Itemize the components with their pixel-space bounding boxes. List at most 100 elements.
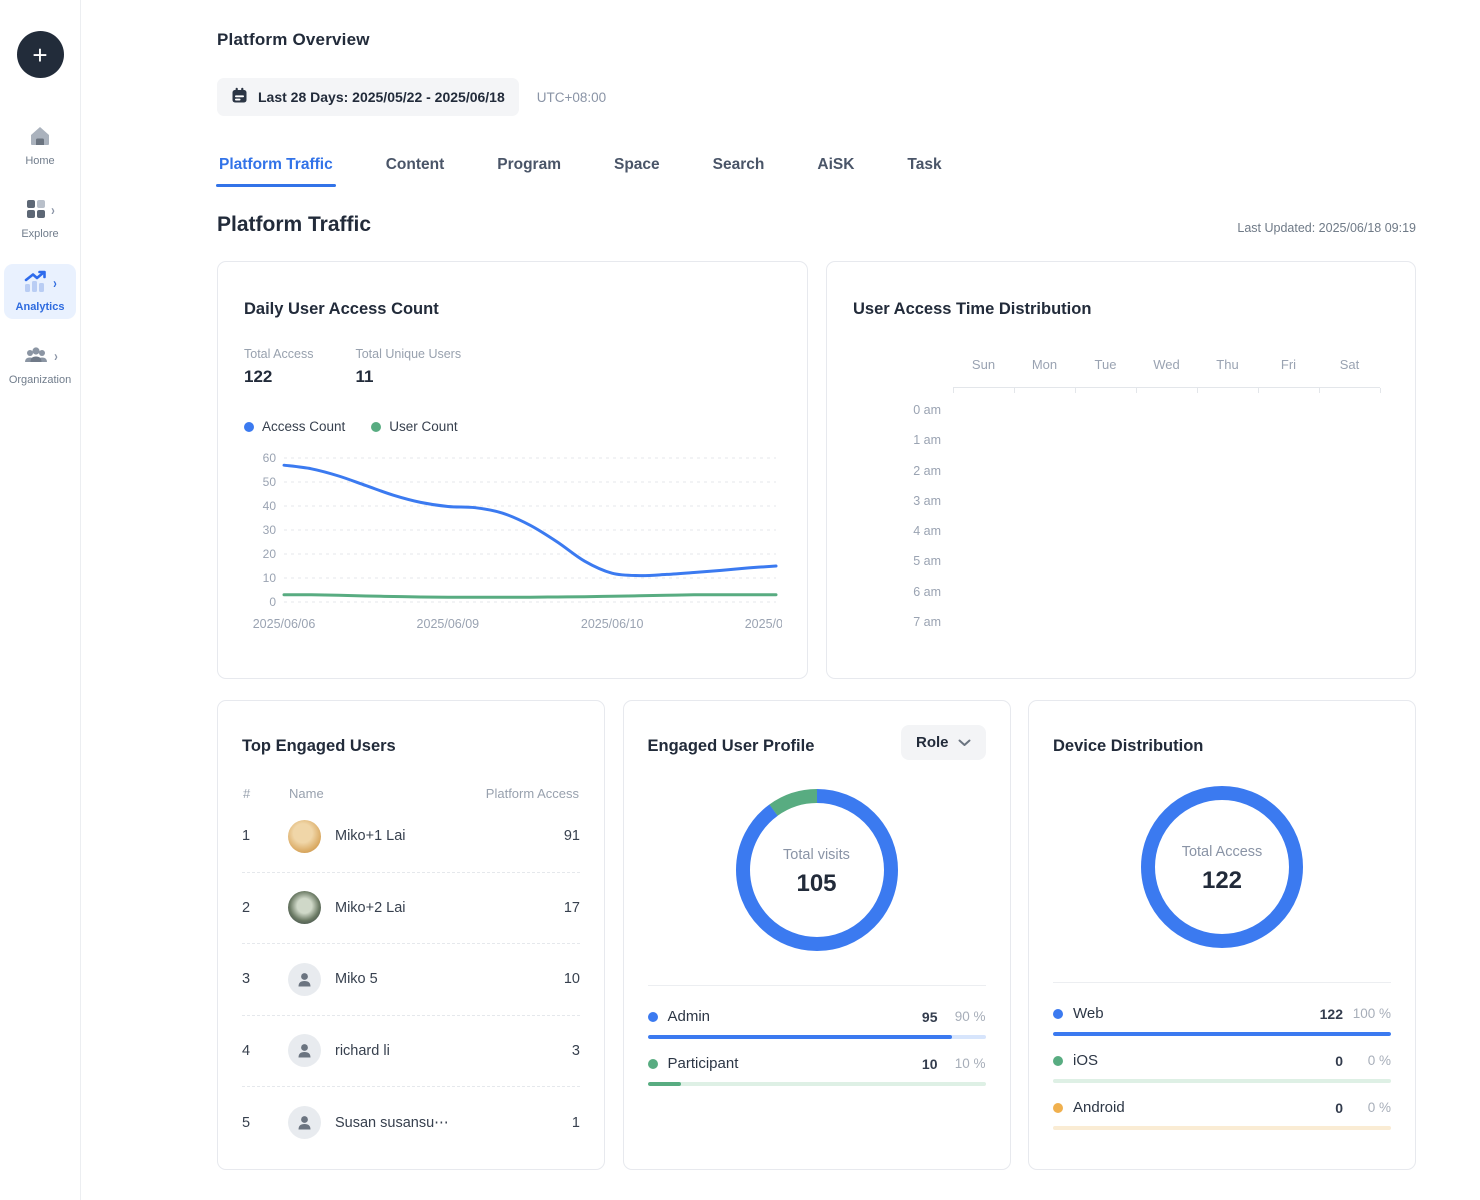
legend-dot — [648, 1059, 658, 1069]
chevron-right-icon: › — [53, 276, 57, 292]
card-title: Top Engaged Users — [242, 737, 580, 756]
stat-value: 122 — [244, 367, 313, 387]
daily-access-line-chart: 01020304050602025/06/062025/06/092025/06… — [244, 444, 781, 641]
main-content: Platform Overview Last 28 Days: 2025/05/… — [81, 0, 1480, 1200]
day-label: Sat — [1319, 357, 1380, 372]
stat-total-unique-users: Total Unique Users 11 — [355, 347, 461, 387]
breakdown-row: Android00 % — [1053, 1099, 1391, 1130]
user-rank: 3 — [242, 971, 288, 987]
column-rank: # — [243, 786, 289, 801]
svg-text:0: 0 — [269, 595, 276, 609]
profile-donut-chart: Total visits 105 — [729, 782, 905, 963]
create-new-button[interactable]: + — [17, 31, 64, 78]
day-label: Tue — [1075, 357, 1136, 372]
day-label: Fri — [1258, 357, 1319, 372]
svg-text:2025/06/10: 2025/06/10 — [581, 617, 644, 631]
svg-text:50: 50 — [263, 475, 277, 489]
breakdown-percent: 90 % — [938, 1009, 986, 1024]
breakdown-percent: 0 % — [1343, 1053, 1391, 1068]
hour-label: 6 am — [853, 585, 941, 615]
user-rank: 2 — [242, 900, 288, 916]
daily-access-stats: Total Access 122 Total Unique Users 11 — [244, 347, 781, 387]
chevron-right-icon: › — [51, 203, 55, 219]
day-label: Wed — [1136, 357, 1197, 372]
user-rank: 5 — [242, 1115, 288, 1131]
sidebar-item-label: Home — [25, 155, 54, 167]
donut-center-text: Total Access 122 — [1134, 779, 1310, 960]
day-label: Sun — [953, 357, 1014, 372]
user-access-value: 17 — [470, 900, 580, 916]
profile-breakdown-list: Admin9590 %Participant1010 % — [648, 985, 986, 1086]
donut-center-value: 105 — [796, 870, 836, 898]
card-title: Daily User Access Count — [244, 300, 781, 319]
top-users-table: # Name Platform Access 1Miko+1 Lai91 2 Mik… — [242, 786, 580, 1159]
stat-total-access: Total Access 122 — [244, 347, 313, 387]
section-header: Platform Traffic Last Updated: 2025/06/1… — [217, 213, 1416, 237]
user-access-value: 10 — [470, 971, 580, 987]
donut-center-text: Total visits 105 — [729, 782, 905, 963]
stat-label: Total Unique Users — [355, 347, 461, 361]
time-distribution-card: User Access Time Distribution SunMonTueW… — [826, 261, 1416, 679]
tab-aisk[interactable]: AiSK — [815, 156, 856, 187]
hour-axis-labels: 0 am1 am2 am3 am4 am5 am6 am7 am — [853, 403, 941, 645]
user-name: Miko 5 — [335, 971, 378, 987]
calendar-icon — [231, 87, 248, 107]
svg-text:2025/06/06: 2025/06/06 — [253, 617, 316, 631]
card-title: Device Distribution — [1053, 737, 1391, 756]
breakdown-value: 0 — [1335, 1053, 1343, 1069]
card-title: User Access Time Distribution — [853, 300, 1389, 319]
tab-program[interactable]: Program — [495, 156, 563, 187]
legend-dot — [1053, 1056, 1063, 1066]
sidebar-item-explore[interactable]: › Explore — [4, 191, 76, 246]
table-row: 3 Miko 5 10 — [242, 944, 580, 1016]
legend-label: User Count — [389, 419, 457, 434]
sidebar-item-label: Explore — [21, 228, 58, 240]
table-row: 4richard li3 — [242, 1016, 580, 1088]
tab-space[interactable]: Space — [612, 156, 662, 187]
legend-dot — [648, 1012, 658, 1022]
breakdown-label: Participant — [668, 1055, 922, 1072]
role-filter-label: Role — [916, 734, 949, 751]
device-donut-chart: Total Access 122 — [1134, 779, 1310, 960]
legend-dot — [371, 422, 381, 432]
sidebar-item-label: Organization — [9, 374, 71, 386]
stat-value: 11 — [355, 367, 461, 387]
date-range-picker[interactable]: Last 28 Days: 2025/05/22 - 2025/06/18 — [217, 78, 519, 116]
sidebar: + Home › Explore — [0, 0, 81, 1200]
tab-search[interactable]: Search — [711, 156, 767, 187]
top-users-card: Top Engaged Users # Name Platform Access… — [217, 700, 605, 1170]
chart-legend: Access Count User Count — [244, 419, 781, 434]
svg-text:40: 40 — [263, 499, 277, 513]
breakdown-value: 95 — [922, 1009, 938, 1025]
date-range-label: Last 28 Days: 2025/05/22 - 2025/06/18 — [258, 89, 505, 105]
hour-label: 3 am — [853, 494, 941, 524]
sidebar-item-organization[interactable]: › Organization — [4, 337, 76, 392]
last-updated-label: Last Updated: 2025/06/18 09:19 — [1237, 221, 1416, 237]
svg-text:30: 30 — [263, 523, 277, 537]
breakdown-row: iOS00 % — [1053, 1052, 1391, 1083]
table-row: 5Susan susansu⋯1 — [242, 1087, 580, 1159]
tab-platform-traffic[interactable]: Platform Traffic — [217, 156, 335, 187]
avatar — [288, 1034, 321, 1067]
breakdown-bar — [648, 1035, 986, 1039]
avatar — [288, 963, 321, 996]
hour-label: 4 am — [853, 524, 941, 554]
stat-label: Total Access — [244, 347, 313, 361]
sidebar-item-home[interactable]: Home — [4, 118, 76, 173]
sidebar-item-analytics[interactable]: › Analytics — [4, 264, 76, 319]
legend-item: Access Count — [244, 419, 345, 434]
role-filter-dropdown[interactable]: Role — [901, 725, 986, 760]
tab-task[interactable]: Task — [905, 156, 943, 187]
breakdown-row: Admin9590 % — [648, 1008, 986, 1039]
device-distribution-card: Device Distribution Total Access 122 Web… — [1028, 700, 1416, 1170]
table-row: 1Miko+1 Lai91 — [242, 801, 580, 873]
home-icon — [28, 125, 52, 152]
hour-label: 1 am — [853, 433, 941, 463]
day-axis-line — [953, 387, 1380, 388]
user-rank: 1 — [242, 828, 288, 844]
legend-dot — [1053, 1009, 1063, 1019]
breakdown-value: 0 — [1335, 1100, 1343, 1116]
tab-content[interactable]: Content — [384, 156, 447, 187]
table-header: # Name Platform Access — [242, 786, 580, 801]
chevron-right-icon: › — [54, 349, 58, 365]
